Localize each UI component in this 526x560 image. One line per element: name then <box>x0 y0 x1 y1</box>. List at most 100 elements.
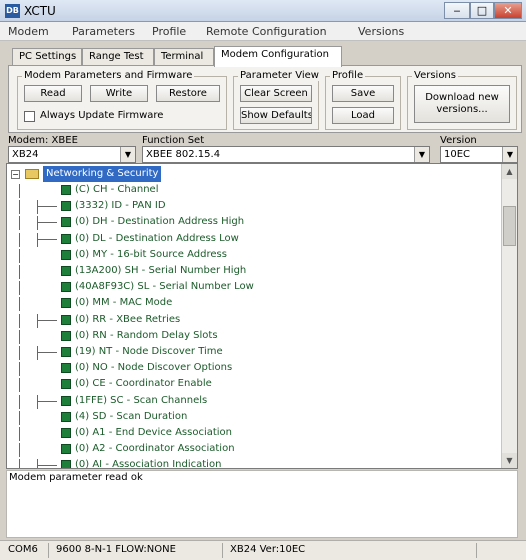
parameter-view-group: Parameter View Clear Screen Show Default… <box>233 70 321 130</box>
parameter-icon <box>61 201 71 212</box>
collapse-icon[interactable]: − <box>11 170 20 179</box>
load-profile-button[interactable]: Load <box>332 107 394 124</box>
tree-guide-line <box>19 443 20 458</box>
parameter-icon <box>61 314 71 325</box>
tree-item-label: (C) CH - Channel <box>75 184 159 195</box>
title-bar: DB XCTU ‒ □ ✕ <box>0 0 526 22</box>
tree-item[interactable]: (13A200) SH - Serial Number High <box>7 263 497 279</box>
tree-guide-line <box>37 352 57 353</box>
tree-item[interactable]: (0) NO - Node Discover Options <box>7 360 497 377</box>
tab-terminal[interactable]: Terminal <box>154 48 214 66</box>
tree-guide-line <box>19 378 20 393</box>
clear-screen-button[interactable]: Clear Screen <box>240 85 312 102</box>
tree-item-label: (0) CE - Coordinator Enable <box>75 378 212 390</box>
status-port: COM6 <box>8 544 38 555</box>
parameter-icon <box>61 217 71 228</box>
tree-guide-line <box>19 216 20 231</box>
profile-title: Profile <box>330 70 366 81</box>
read-button[interactable]: Read <box>24 85 82 102</box>
show-defaults-button[interactable]: Show Defaults <box>240 107 312 124</box>
tree-guide-line <box>19 362 20 377</box>
tree-scrollbar[interactable]: ▲ ▼ <box>501 164 517 468</box>
parameter-tree[interactable]: − Networking & Security (C) CH - Channel… <box>6 163 518 469</box>
tree-item-label: (0) RR - XBee Retries <box>75 313 181 325</box>
save-profile-button[interactable]: Save <box>332 85 394 102</box>
tree-guide-line <box>37 238 57 240</box>
tree-guide-line <box>19 346 20 360</box>
close-button[interactable]: ✕ <box>494 2 522 19</box>
tree-guide-line <box>37 222 57 224</box>
chevron-down-icon[interactable]: ▼ <box>120 147 135 162</box>
menu-modem[interactable]: Modem <box>8 25 49 38</box>
tree-item-label: (0) DH - Destination Address High <box>75 216 245 228</box>
menu-versions[interactable]: Versions <box>358 25 404 38</box>
tree-item[interactable]: (0) A1 - End Device Association <box>7 425 497 441</box>
tree-item[interactable]: (40A8F93C) SL - Serial Number Low <box>7 279 497 296</box>
version-select-value: 10EC <box>444 149 471 160</box>
tree-item[interactable]: (0) RR - XBee Retries <box>7 312 497 328</box>
modem-select-value: XB24 <box>12 149 39 160</box>
chevron-down-icon[interactable]: ▼ <box>414 147 429 162</box>
version-select[interactable]: 10EC ▼ <box>440 146 518 163</box>
tree-item-label: (19) NT - Node Discover Time <box>75 346 223 357</box>
versions-title: Versions <box>412 70 458 81</box>
tree-item[interactable]: (C) CH - Channel <box>7 182 497 198</box>
tree-item[interactable]: (0) CE - Coordinator Enable <box>7 376 497 393</box>
app-icon: DB <box>5 4 20 18</box>
function-set-select-value: XBEE 802.15.4 <box>146 149 221 160</box>
tree-guide-line <box>37 394 38 409</box>
function-set-label: Function Set <box>142 135 205 146</box>
parameter-icon <box>61 428 71 438</box>
tree-item-label: (0) MY - 16-bit Source Address <box>75 248 227 260</box>
scroll-thumb[interactable] <box>503 206 516 246</box>
menu-parameters[interactable]: Parameters <box>72 25 135 38</box>
tree-item[interactable]: (0) DH - Destination Address High <box>7 214 497 231</box>
tree-guide-line <box>19 248 20 263</box>
status-firmware: XB24 Ver:10EC <box>230 544 306 555</box>
download-new-versions-button[interactable]: Download new versions... <box>414 85 510 123</box>
tree-guide-line <box>19 394 20 409</box>
tree-item-label: (0) A2 - Coordinator Association <box>75 443 235 455</box>
tree-guide-line <box>37 346 38 360</box>
always-update-firmware-checkbox[interactable] <box>24 111 35 122</box>
tab-modem-configuration[interactable]: Modem Configuration <box>214 46 342 67</box>
tree-item[interactable]: (0) MM - MAC Mode <box>7 295 497 312</box>
tree-guide-line <box>37 206 57 208</box>
scroll-up-icon[interactable]: ▲ <box>502 164 517 179</box>
tab-pc-settings[interactable]: PC Settings <box>12 48 82 66</box>
tree-item[interactable]: (19) NT - Node Discover Time <box>7 344 497 360</box>
tree-item[interactable]: (0) RN - Random Delay Slots <box>7 328 497 344</box>
tree-guide-line <box>37 216 38 231</box>
tree-item[interactable]: (3332) ID - PAN ID <box>7 198 497 215</box>
tree-guide-line <box>19 459 20 468</box>
tree-item[interactable]: (0) A2 - Coordinator Association <box>7 441 497 458</box>
maximize-button[interactable]: □ <box>470 2 494 19</box>
minimize-button[interactable]: ‒ <box>444 2 470 19</box>
menu-bar: Modem Parameters Profile Remote Configur… <box>0 22 526 41</box>
write-button[interactable]: Write <box>90 85 148 102</box>
parameter-icon <box>61 460 71 468</box>
status-separator <box>222 543 223 558</box>
status-settings: 9600 8-N-1 FLOW:NONE <box>56 544 176 555</box>
tree-item[interactable]: (0) AI - Association Indication <box>7 457 497 468</box>
modem-select[interactable]: XB24 ▼ <box>8 146 136 163</box>
menu-profile[interactable]: Profile <box>152 25 186 38</box>
tree-item-label: (4) SD - Scan Duration <box>75 410 188 422</box>
tree-root-row[interactable]: − Networking & Security <box>11 166 501 182</box>
tree-item[interactable]: (4) SD - Scan Duration <box>7 409 497 425</box>
menu-remote-configuration[interactable]: Remote Configuration <box>206 25 327 38</box>
scroll-down-icon[interactable]: ▼ <box>502 453 517 468</box>
chevron-down-icon[interactable]: ▼ <box>502 147 517 162</box>
tree-item[interactable]: (1FFE) SC - Scan Channels <box>7 393 497 409</box>
tree-guide-line <box>37 465 57 467</box>
function-set-select[interactable]: XBEE 802.15.4 ▼ <box>142 146 430 163</box>
tree-item[interactable]: (0) DL - Destination Address Low <box>7 231 497 247</box>
folder-icon <box>25 169 39 179</box>
modem-label: Modem: XBEE <box>8 135 78 146</box>
parameter-icon <box>61 233 71 244</box>
modem-parameters-group: Modem Parameters and Firmware Read Write… <box>17 70 227 130</box>
tab-range-test[interactable]: Range Test <box>82 48 154 66</box>
profile-group: Profile Save Load <box>325 70 401 130</box>
tree-item[interactable]: (0) MY - 16-bit Source Address <box>7 247 497 263</box>
restore-button[interactable]: Restore <box>156 85 220 102</box>
